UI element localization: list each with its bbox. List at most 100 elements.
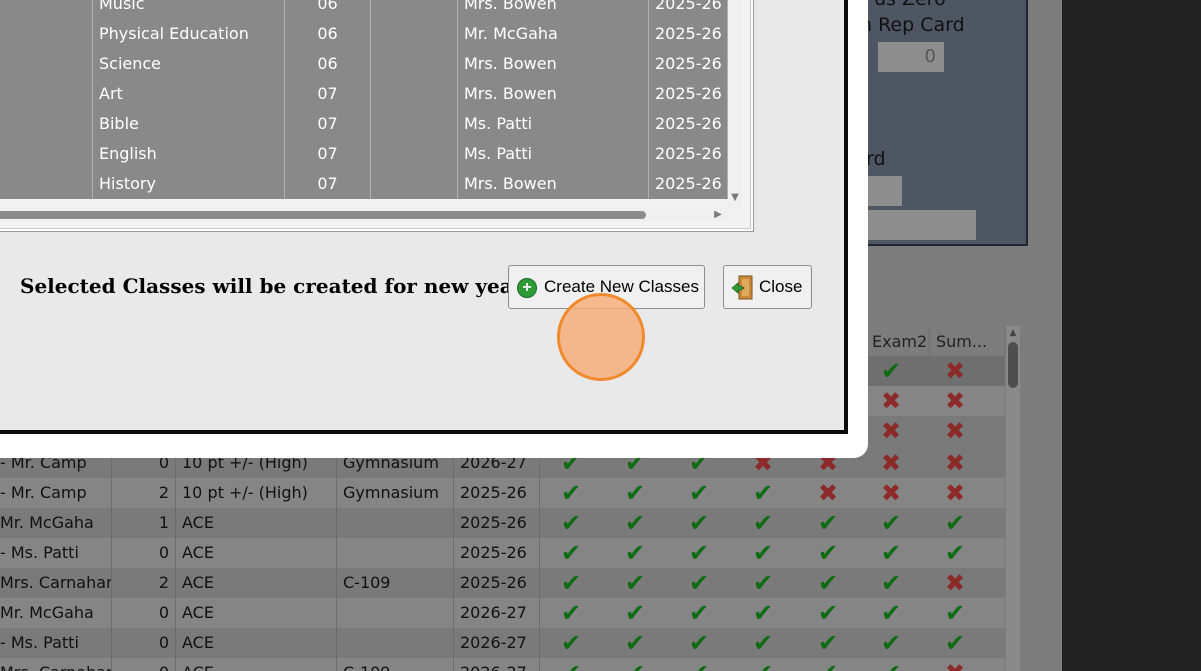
class-row[interactable]: Art 07 Mrs. Bowen 2025-26 bbox=[0, 79, 728, 109]
check-icon[interactable]: ✔ bbox=[622, 541, 648, 565]
check-icon[interactable]: ✔ bbox=[750, 571, 776, 595]
check-icon[interactable]: ✔ bbox=[942, 601, 968, 625]
check-icon[interactable]: ✔ bbox=[558, 511, 584, 535]
table-row[interactable]: Mr. McGaha 0 ACE 2026-27 ✔ ✔ ✔ ✔ ✔ ✔ ✔ bbox=[0, 598, 1005, 628]
class-row[interactable]: Physical Education 06 Mr. McGaha 2025-26 bbox=[0, 19, 728, 49]
table-row[interactable]: Mrs. Carnahan0ACEC-1092026-27 ✔ ✔ ✔ ✔ ✔ ✔ ✖ bbox=[0, 658, 1005, 671]
check-icon[interactable]: ✔ bbox=[815, 631, 841, 655]
check-icon[interactable]: ✔ bbox=[686, 541, 712, 565]
info-message: Selected Classes will be created for new… bbox=[20, 274, 529, 298]
grid-vertical-scrollbar[interactable]: ▲ bbox=[1006, 326, 1020, 671]
check-icon[interactable]: ✔ bbox=[878, 511, 904, 535]
check-icon[interactable]: ✔ bbox=[942, 631, 968, 655]
check-icon[interactable]: ✔ bbox=[878, 631, 904, 655]
close-button[interactable]: Close bbox=[723, 265, 812, 309]
check-icon[interactable]: ✔ bbox=[558, 661, 584, 671]
class-teacher-cell: Mrs. Bowen bbox=[458, 169, 649, 199]
check-icon[interactable]: ✔ bbox=[750, 661, 776, 671]
class-row[interactable]: Bible 07 Ms. Patti 2025-26 bbox=[0, 109, 728, 139]
panel-field[interactable] bbox=[868, 176, 902, 206]
scroll-thumb[interactable] bbox=[1008, 342, 1018, 388]
cell-year: 2025-26 bbox=[454, 568, 540, 598]
check-icon[interactable]: ✔ bbox=[622, 571, 648, 595]
class-cell bbox=[371, 139, 458, 169]
scroll-up-arrow-icon[interactable]: ▲ bbox=[1008, 328, 1018, 338]
cell-room: C-109 bbox=[337, 568, 454, 598]
check-icon[interactable]: ✔ bbox=[622, 631, 648, 655]
check-icon[interactable]: ✔ bbox=[878, 541, 904, 565]
class-cell bbox=[0, 0, 93, 19]
check-icon[interactable]: ✔ bbox=[942, 511, 968, 535]
cell-room bbox=[337, 508, 454, 538]
check-icon[interactable]: ✔ bbox=[558, 481, 584, 505]
check-icon[interactable]: ✔ bbox=[622, 481, 648, 505]
check-icon[interactable]: ✔ bbox=[878, 661, 904, 671]
panel-field[interactable] bbox=[868, 210, 976, 240]
cross-icon[interactable]: ✖ bbox=[942, 661, 968, 671]
check-icon[interactable]: ✔ bbox=[686, 631, 712, 655]
check-icon[interactable]: ✔ bbox=[942, 541, 968, 565]
class-cell bbox=[0, 109, 93, 139]
cross-icon[interactable]: ✖ bbox=[942, 451, 968, 475]
check-icon[interactable]: ✔ bbox=[686, 511, 712, 535]
class-list-container: Music 06 Mrs. Bowen 2025-26 Physical Educati… bbox=[0, 0, 765, 252]
class-grade-cell: 07 bbox=[285, 169, 371, 199]
check-icon[interactable]: ✔ bbox=[558, 541, 584, 565]
table-row[interactable]: - Mr. Camp 2 10 pt +/- (High) Gymnasium 2025… bbox=[0, 478, 1005, 508]
check-icon[interactable]: ✔ bbox=[686, 481, 712, 505]
check-icon[interactable]: ✔ bbox=[750, 541, 776, 565]
class-grade-cell: 06 bbox=[285, 19, 371, 49]
class-row[interactable]: Music 06 Mrs. Bowen 2025-26 bbox=[0, 0, 728, 19]
class-teacher-cell: Ms. Patti bbox=[458, 109, 649, 139]
check-icon[interactable]: ✔ bbox=[686, 571, 712, 595]
check-icon[interactable]: ✔ bbox=[686, 601, 712, 625]
cross-icon[interactable]: ✖ bbox=[815, 481, 841, 505]
check-icon[interactable]: ✔ bbox=[558, 571, 584, 595]
check-icon[interactable]: ✔ bbox=[622, 601, 648, 625]
class-list-vertical-scrollbar[interactable]: ▼ bbox=[728, 0, 742, 208]
cross-icon[interactable]: ✖ bbox=[942, 571, 968, 595]
scroll-right-arrow-icon[interactable]: ▶ bbox=[712, 209, 724, 221]
check-icon[interactable]: ✔ bbox=[558, 601, 584, 625]
cell-room bbox=[337, 538, 454, 568]
check-icon[interactable]: ✔ bbox=[686, 661, 712, 671]
table-row[interactable]: - Ms. Patti 0 ACE 2025-26 ✔ ✔ ✔ ✔ ✔ ✔ ✔ bbox=[0, 538, 1005, 568]
class-row[interactable]: Science 06 Mrs. Bowen 2025-26 bbox=[0, 49, 728, 79]
cross-icon[interactable]: ✖ bbox=[878, 481, 904, 505]
check-icon[interactable]: ✔ bbox=[750, 631, 776, 655]
check-icon: ✔ bbox=[880, 357, 902, 385]
check-icon[interactable]: ✔ bbox=[750, 481, 776, 505]
close-button-label: Close bbox=[759, 277, 803, 296]
panel-number-field[interactable]: 0 bbox=[878, 42, 944, 72]
check-icon[interactable]: ✔ bbox=[815, 661, 841, 671]
check-icon[interactable]: ✔ bbox=[815, 571, 841, 595]
check-icon[interactable]: ✔ bbox=[815, 541, 841, 565]
class-row[interactable]: History 07 Mrs. Bowen 2025-26 bbox=[0, 169, 728, 199]
column-header-sum[interactable]: Sum... bbox=[930, 328, 1006, 356]
check-icon[interactable]: ✔ bbox=[815, 601, 841, 625]
check-icon[interactable]: ✔ bbox=[622, 661, 648, 671]
check-icon[interactable]: ✔ bbox=[622, 511, 648, 535]
create-new-classes-button[interactable]: + Create New Classes bbox=[508, 265, 705, 309]
cross-icon[interactable]: ✖ bbox=[878, 451, 904, 475]
class-row[interactable]: English 07 Ms. Patti 2025-26 bbox=[0, 139, 728, 169]
class-cell bbox=[371, 19, 458, 49]
column-header-exam2[interactable]: Exam2 bbox=[866, 328, 930, 356]
check-icon[interactable]: ✔ bbox=[750, 601, 776, 625]
check-icon[interactable]: ✔ bbox=[878, 601, 904, 625]
cell-grading: ACE bbox=[176, 568, 337, 598]
exit-door-icon bbox=[731, 275, 753, 300]
check-icon[interactable]: ✔ bbox=[558, 631, 584, 655]
class-list-horizontal-scrollbar[interactable]: ▶ bbox=[0, 208, 728, 222]
check-icon[interactable]: ✔ bbox=[878, 571, 904, 595]
cross-icon[interactable]: ✖ bbox=[942, 481, 968, 505]
cell-room: Gymnasium bbox=[337, 478, 454, 508]
table-row[interactable]: Mrs. Carnahan 2 ACE C-109 2025-26 ✔ ✔ ✔ ✔ ✔ ✔ ✖ bbox=[0, 568, 1005, 598]
scroll-down-arrow-icon[interactable]: ▼ bbox=[730, 192, 740, 204]
check-icon[interactable]: ✔ bbox=[815, 511, 841, 535]
background-strip bbox=[1062, 0, 1201, 671]
table-row[interactable]: Mr. McGaha 1 ACE 2025-26 ✔ ✔ ✔ ✔ ✔ ✔ ✔ bbox=[0, 508, 1005, 538]
table-row[interactable]: - Ms. Patti 0 ACE 2026-27 ✔ ✔ ✔ ✔ ✔ ✔ ✔ bbox=[0, 628, 1005, 658]
scroll-thumb[interactable] bbox=[0, 211, 646, 219]
check-icon[interactable]: ✔ bbox=[750, 511, 776, 535]
